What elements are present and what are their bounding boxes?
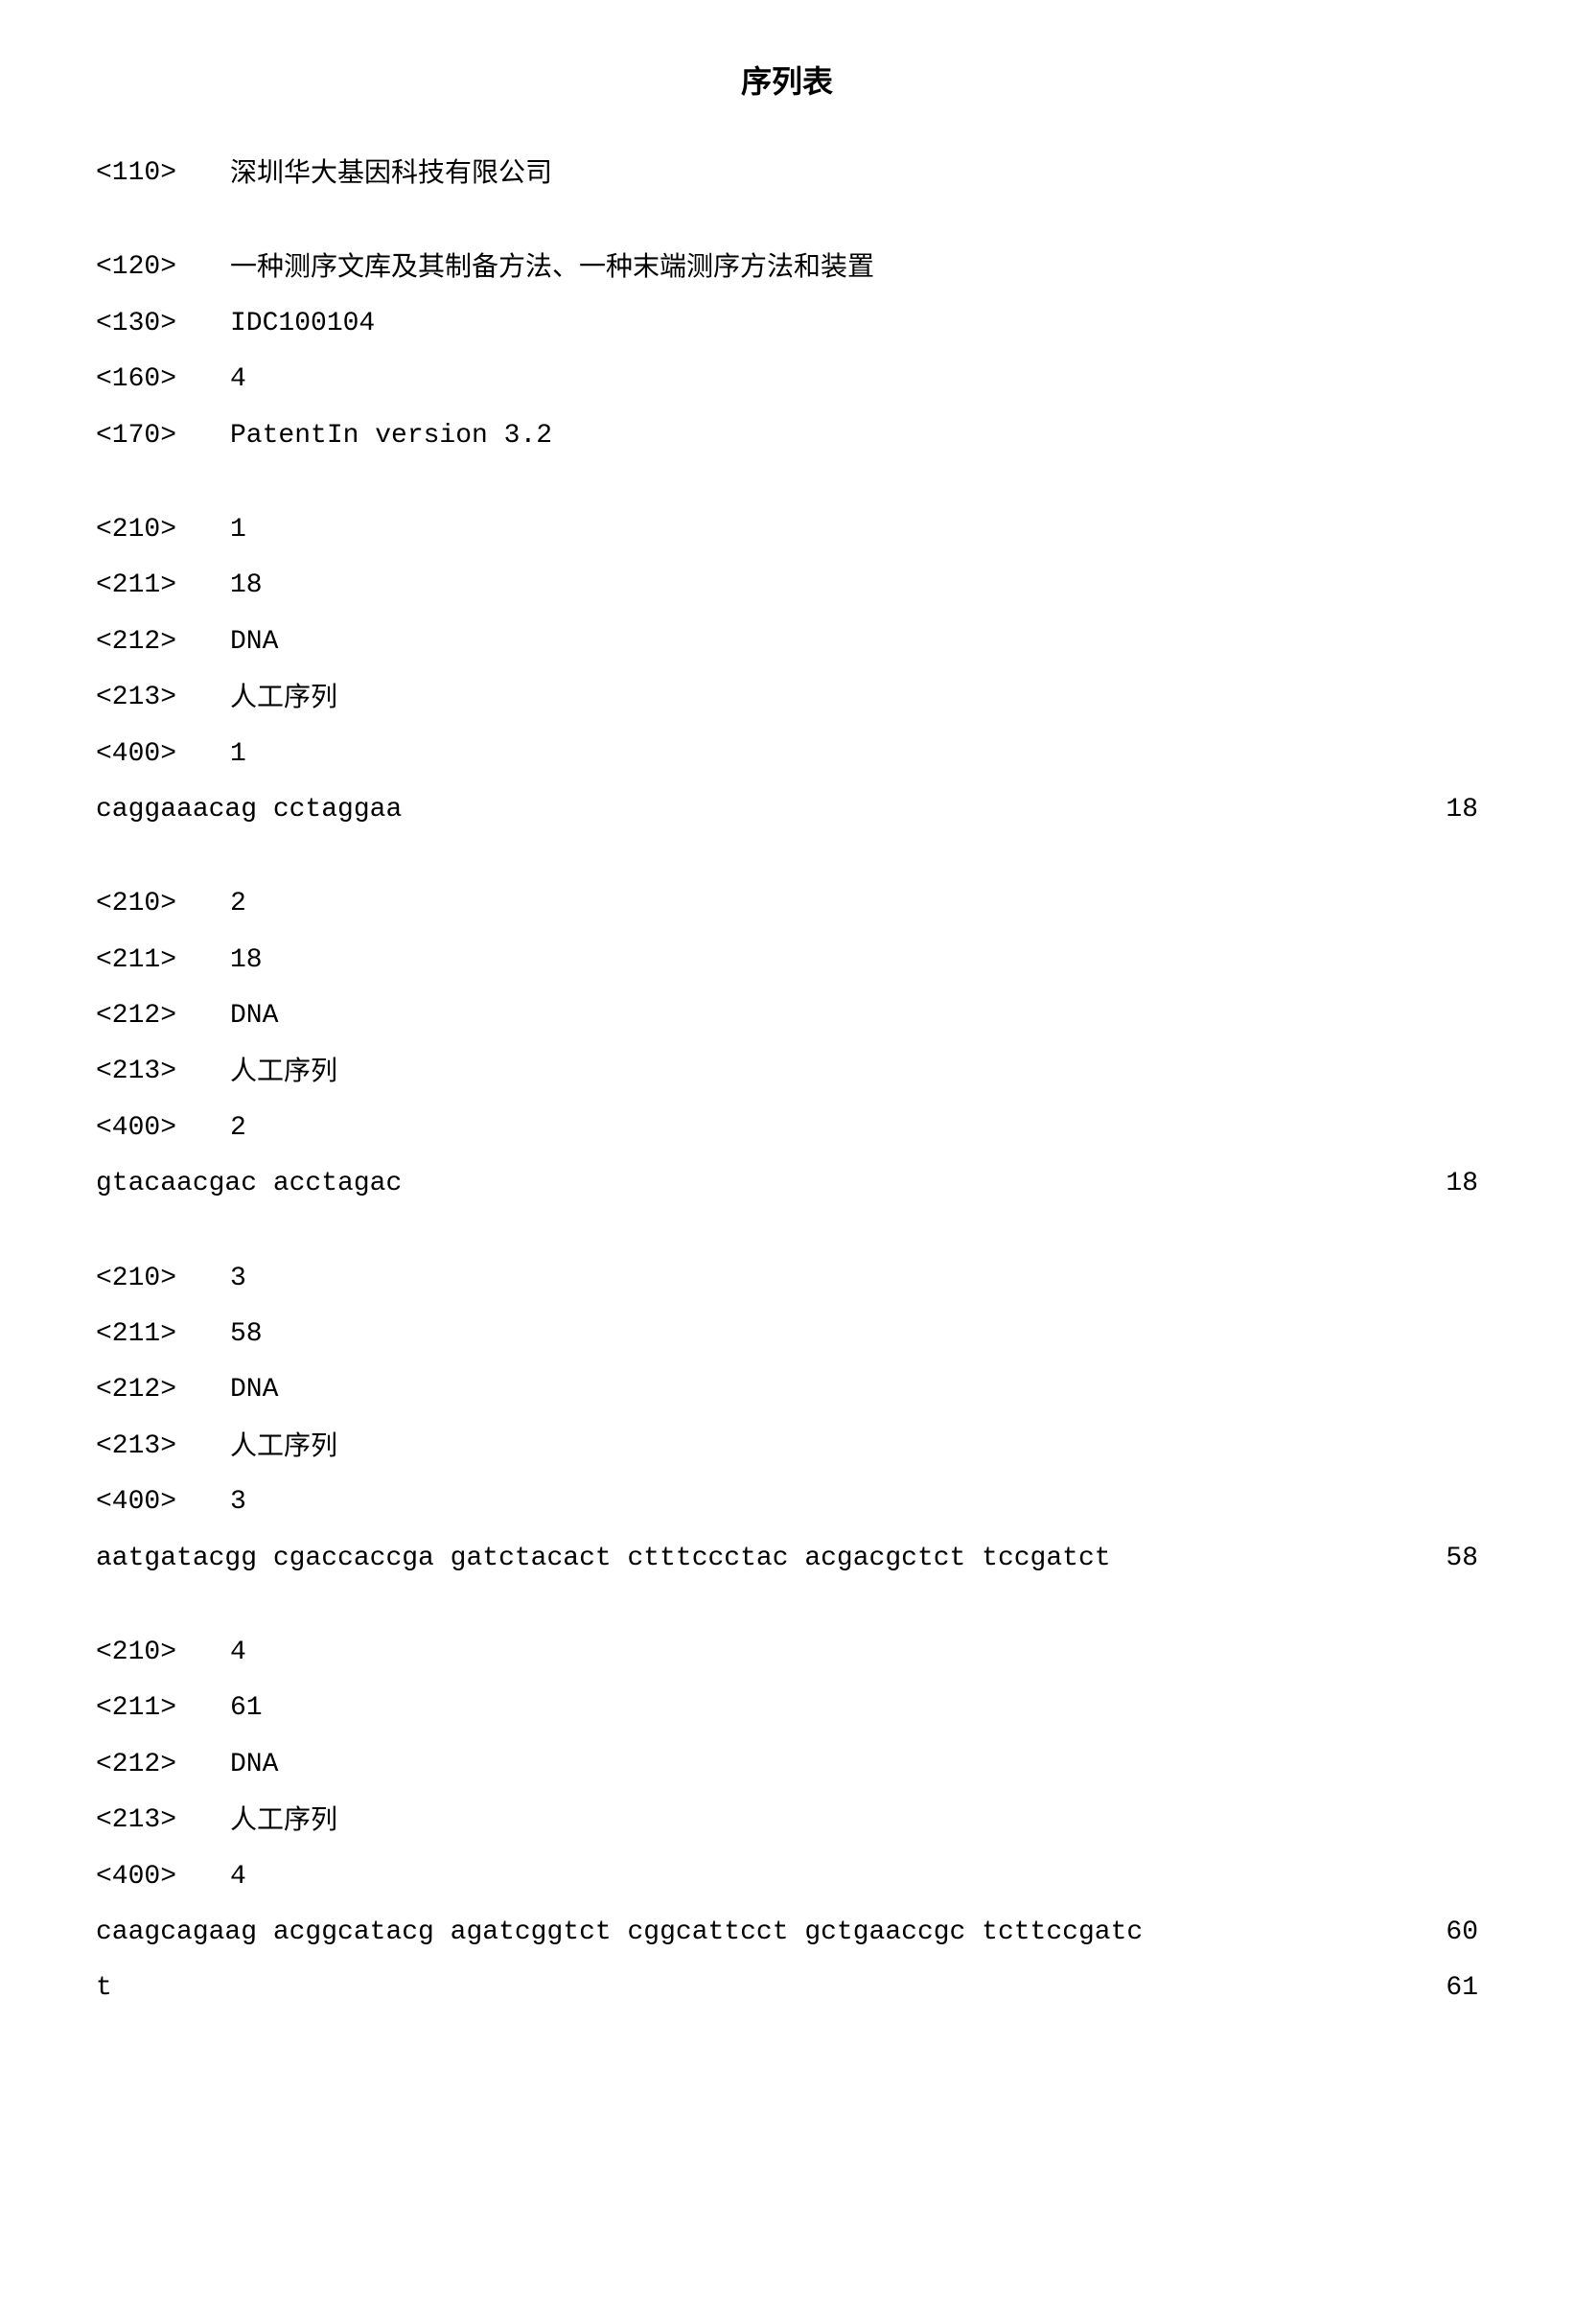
seq4-213: <213> 人工序列	[96, 1797, 1478, 1845]
seq3-210: <210> 3	[96, 1255, 1478, 1303]
val-212: DNA	[230, 618, 1478, 666]
val-211: 18	[230, 937, 1478, 985]
tag-130: <130>	[96, 300, 230, 348]
tag-110: <110>	[96, 150, 230, 198]
seq4-line0: caagcagaag acggcatacg agatcggtct cggcatt…	[96, 1909, 1478, 1957]
seq3-211: <211> 58	[96, 1311, 1478, 1359]
val-400: 1	[230, 731, 1478, 779]
val-210: 4	[230, 1629, 1478, 1677]
tag-210: <210>	[96, 1255, 230, 1303]
tag-213: <213>	[96, 1423, 230, 1471]
sequence-number: 60	[1401, 1909, 1478, 1957]
entry-170: <170> PatentIn version 3.2	[96, 412, 1478, 460]
val-170: PatentIn version 3.2	[230, 412, 1478, 460]
entry-130: <130> IDC100104	[96, 300, 1478, 348]
seq2-400: <400> 2	[96, 1104, 1478, 1152]
val-213: 人工序列	[230, 674, 1478, 722]
sequence-number: 58	[1401, 1535, 1478, 1583]
seq2-210: <210> 2	[96, 880, 1478, 928]
tag-400: <400>	[96, 1478, 230, 1526]
val-211: 18	[230, 562, 1478, 610]
entry-110: <110> 深圳华大基因科技有限公司	[96, 150, 1478, 198]
seq1-210: <210> 1	[96, 506, 1478, 554]
val-212: DNA	[230, 1366, 1478, 1414]
tag-120: <120>	[96, 244, 230, 291]
val-211: 58	[230, 1311, 1478, 1359]
tag-213: <213>	[96, 1048, 230, 1096]
tag-212: <212>	[96, 618, 230, 666]
seq2-211: <211> 18	[96, 937, 1478, 985]
tag-211: <211>	[96, 937, 230, 985]
val-210: 3	[230, 1255, 1478, 1303]
tag-160: <160>	[96, 356, 230, 404]
tag-170: <170>	[96, 412, 230, 460]
val-400: 2	[230, 1104, 1478, 1152]
val-400: 3	[230, 1478, 1478, 1526]
val-210: 1	[230, 506, 1478, 554]
val-400: 4	[230, 1853, 1478, 1901]
tag-400: <400>	[96, 1853, 230, 1901]
sequence-text: aatgatacgg cgaccaccga gatctacact ctttccc…	[96, 1535, 1401, 1583]
seq1-line0: caggaaacag cctaggaa 18	[96, 786, 1478, 834]
seq4-212: <212> DNA	[96, 1741, 1478, 1789]
seq1-211: <211> 18	[96, 562, 1478, 610]
tag-210: <210>	[96, 1629, 230, 1677]
seq1-213: <213> 人工序列	[96, 674, 1478, 722]
seq1-212: <212> DNA	[96, 618, 1478, 666]
tag-211: <211>	[96, 1311, 230, 1359]
tag-211: <211>	[96, 562, 230, 610]
val-160: 4	[230, 356, 1478, 404]
entry-120: <120> 一种测序文库及其制备方法、一种末端测序方法和装置	[96, 244, 1478, 291]
seq4-211: <211> 61	[96, 1685, 1478, 1732]
tag-213: <213>	[96, 674, 230, 722]
seq2-212: <212> DNA	[96, 992, 1478, 1040]
page-title: 序列表	[96, 58, 1478, 102]
seq2-213: <213> 人工序列	[96, 1048, 1478, 1096]
val-212: DNA	[230, 992, 1478, 1040]
sequence-text: caggaaacag cctaggaa	[96, 786, 1401, 834]
sequence-number: 18	[1401, 1160, 1478, 1208]
tag-212: <212>	[96, 1366, 230, 1414]
seq3-213: <213> 人工序列	[96, 1423, 1478, 1471]
val-213: 人工序列	[230, 1797, 1478, 1845]
tag-212: <212>	[96, 1741, 230, 1789]
tag-213: <213>	[96, 1797, 230, 1845]
sequence-text: caagcagaag acggcatacg agatcggtct cggcatt…	[96, 1909, 1401, 1957]
seq2-line0: gtacaacgac acctagac 18	[96, 1160, 1478, 1208]
seq4-line1: t 61	[96, 1964, 1478, 2012]
val-210: 2	[230, 880, 1478, 928]
val-213: 人工序列	[230, 1423, 1478, 1471]
seq3-400: <400> 3	[96, 1478, 1478, 1526]
sequence-number: 18	[1401, 786, 1478, 834]
entry-160: <160> 4	[96, 356, 1478, 404]
tag-400: <400>	[96, 1104, 230, 1152]
seq1-400: <400> 1	[96, 731, 1478, 779]
seq4-400: <400> 4	[96, 1853, 1478, 1901]
val-211: 61	[230, 1685, 1478, 1732]
val-213: 人工序列	[230, 1048, 1478, 1096]
val-130: IDC100104	[230, 300, 1478, 348]
tag-210: <210>	[96, 506, 230, 554]
tag-210: <210>	[96, 880, 230, 928]
val-120: 一种测序文库及其制备方法、一种末端测序方法和装置	[230, 244, 1478, 291]
sequence-number: 61	[1401, 1964, 1478, 2012]
tag-400: <400>	[96, 731, 230, 779]
val-212: DNA	[230, 1741, 1478, 1789]
tag-211: <211>	[96, 1685, 230, 1732]
tag-212: <212>	[96, 992, 230, 1040]
sequence-text: gtacaacgac acctagac	[96, 1160, 1401, 1208]
seq4-210: <210> 4	[96, 1629, 1478, 1677]
seq3-212: <212> DNA	[96, 1366, 1478, 1414]
val-110: 深圳华大基因科技有限公司	[230, 150, 1478, 198]
sequence-text: t	[96, 1964, 1401, 2012]
seq3-line0: aatgatacgg cgaccaccga gatctacact ctttccc…	[96, 1535, 1478, 1583]
